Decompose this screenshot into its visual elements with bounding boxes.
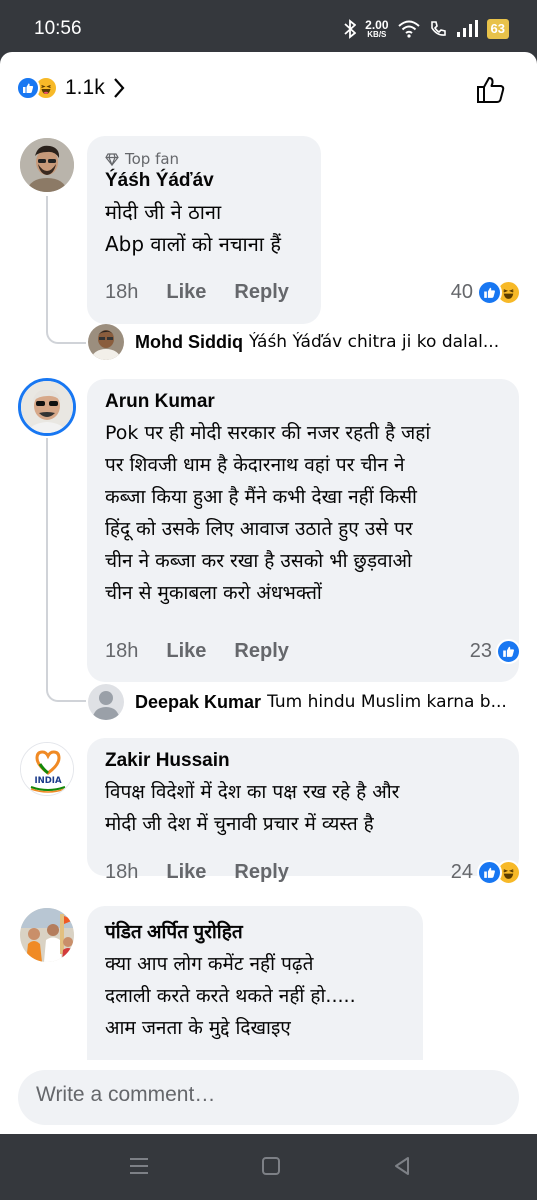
reply-preview[interactable]: Deepak Kumar Tum hindu Muslim karna b...	[88, 684, 528, 720]
battery-indicator: 63	[486, 19, 509, 39]
reply-author: Mohd Siddiq	[135, 331, 243, 352]
comment-time: 18h	[105, 861, 139, 883]
menu-icon[interactable]	[128, 1155, 150, 1177]
status-bar: 10:56 2.00 KB/S 63	[0, 0, 537, 58]
reactions-header: 1.1k	[0, 52, 537, 124]
comment-actions: 18h Like Reply	[105, 281, 289, 304]
comment-bubble[interactable]: Arun Kumar Pok पर ही मोदी सरकार की नजर र…	[87, 379, 519, 682]
comment-author[interactable]: Zakir Hussain	[105, 750, 501, 772]
comment-author[interactable]: Arun Kumar	[105, 391, 501, 413]
reaction-count: 1.1k	[65, 76, 105, 99]
avatar[interactable]	[20, 138, 74, 192]
avatar	[88, 324, 124, 360]
wifi-icon	[397, 20, 420, 38]
comment-reactions[interactable]: 23	[470, 639, 521, 664]
avatar	[88, 684, 124, 720]
avatar[interactable]: INDIA	[20, 742, 74, 796]
like-reaction-icon	[477, 860, 502, 885]
network-speed: 2.00 KB/S	[365, 18, 389, 39]
bluetooth-icon	[344, 19, 357, 39]
reply-preview[interactable]: Mohd Siddiq Ýáśh Ýáďáv chitra ji ko dala…	[88, 324, 528, 360]
back-icon[interactable]	[392, 1155, 412, 1177]
reply-author: Deepak Kumar	[135, 691, 262, 712]
comment-actions: 18h Like Reply	[105, 640, 289, 663]
diamond-icon	[105, 152, 119, 166]
reply-button[interactable]: Reply	[234, 640, 288, 663]
reply-text: Ýáśh Ýáďáv chitra ji ko dalal...	[248, 332, 500, 352]
comment-reactions[interactable]: 24	[451, 860, 521, 885]
comment-author[interactable]: पंडित अर्पित पुरोहित	[105, 918, 405, 944]
reply-text: Tum hindu Muslim karna b...	[267, 692, 507, 712]
top-fan-badge: Top fan	[105, 150, 303, 168]
avatar-text: INDIA	[34, 776, 61, 786]
like-reaction-icon	[16, 76, 40, 100]
status-time: 10:56	[34, 18, 82, 39]
reply-button[interactable]: Reply	[234, 861, 288, 884]
like-button[interactable]: Like	[166, 861, 206, 884]
comment-time: 18h	[105, 281, 139, 303]
like-button[interactable]: Like	[166, 281, 206, 304]
reactions-summary[interactable]: 1.1k	[16, 76, 125, 100]
thread-line	[46, 438, 86, 702]
like-button[interactable]: Like	[166, 640, 206, 663]
status-icons: 2.00 KB/S 63	[344, 16, 509, 42]
comment-composer: Write a comment…	[0, 1060, 537, 1134]
avatar[interactable]	[20, 908, 74, 962]
system-nav-bar	[0, 1134, 537, 1200]
comment-reactions[interactable]: 40	[451, 280, 521, 305]
comment-input[interactable]: Write a comment…	[18, 1070, 519, 1125]
thread-line	[46, 196, 86, 344]
reply-button[interactable]: Reply	[234, 281, 288, 304]
like-reaction-icon	[477, 280, 502, 305]
like-reaction-icon	[496, 639, 521, 664]
comment-text: मोदी जी ने ठाना Abp वालों को नचाना हैं	[105, 200, 281, 256]
comment-author[interactable]: Ýáśh Ýáďáv	[105, 170, 303, 192]
comments-sheet: 1.1k Top fan Ýáśh Ýáďáv मोदी जी ने ठाना …	[0, 52, 537, 1134]
comment-text: विपक्ष विदेशों में देश का पक्ष रख रहे है…	[105, 781, 400, 835]
avatar[interactable]	[18, 378, 76, 436]
like-outline-icon[interactable]	[475, 74, 507, 106]
signal-icon	[456, 20, 478, 37]
comment-text: क्या आप लोग कमेंट नहीं पढ़ते दलाली करते …	[105, 953, 356, 1039]
home-icon[interactable]	[261, 1155, 281, 1177]
comment-time: 18h	[105, 640, 139, 662]
comment-text: Pok पर ही मोदी सरकार की नजर रहती है जहां…	[105, 422, 431, 604]
comment-bubble[interactable]: Zakir Hussain विपक्ष विदेशों में देश का …	[87, 738, 519, 876]
chevron-right-icon	[113, 78, 125, 98]
wifi-calling-icon	[430, 21, 446, 36]
comment-actions: 18h Like Reply	[105, 861, 289, 884]
